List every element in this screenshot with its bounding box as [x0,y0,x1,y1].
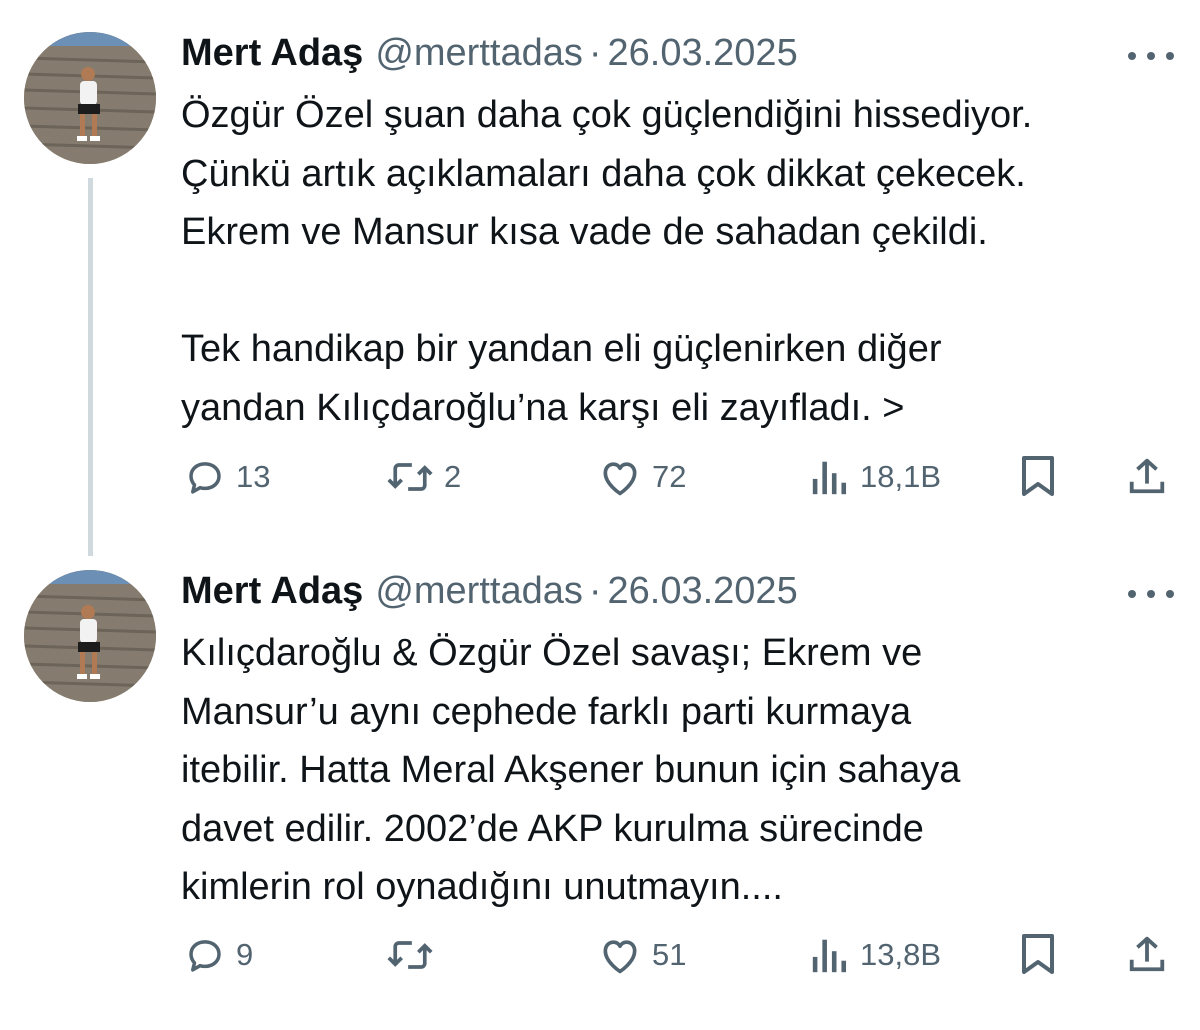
repost-button[interactable]: 2 [386,456,461,498]
more-options-icon[interactable] [1128,46,1174,66]
share-button[interactable] [1126,932,1168,976]
like-count: 51 [652,937,687,972]
repost-count: 2 [444,459,462,494]
author-name[interactable]: Mert Adaş [181,570,363,613]
like-count: 72 [652,459,687,494]
avatar-photo [24,32,156,164]
tweet-line: davet edilir. 2002’de AKP kurulma süreci… [181,807,924,850]
repost-icon [387,941,433,969]
share-icon [1129,458,1165,494]
tweet-line: yandan Kılıçdaroğlu’na karşı eli zayıfla… [181,386,905,429]
tweet-date[interactable]: 26.03.2025 [608,32,798,75]
reply-icon [189,462,221,494]
tweet-line: Mansur’u aynı cephede farklı parti kurma… [181,690,912,733]
bookmark-button[interactable] [1020,454,1056,498]
reply-count: 13 [236,459,271,494]
author-handle[interactable]: @merttadas [375,570,583,613]
views-count: 13,8B [860,937,942,972]
tweet-header: Mert Adaş @merttadas · 26.03.2025 [181,570,798,618]
bookmark-button[interactable] [1020,932,1056,976]
reply-count: 9 [236,937,254,972]
tweet-line-blank [181,262,1181,321]
tweet-actions: 9 51 13,8B [0,924,1200,984]
views-bar-chart-icon [812,461,847,495]
views-bar-chart-icon [812,939,847,973]
more-options-icon[interactable] [1128,584,1174,604]
tweet-line: Tek handikap bir yandan eli güçlenirken … [181,328,942,370]
views-button[interactable]: 18,1B [810,456,941,498]
heart-icon [603,462,637,496]
tweet-line: Özgür Özel şuan daha çok güçlendiğini hi… [181,94,1033,136]
tweet-line: itebilir. Hatta Meral Akşener bunun için… [181,749,961,791]
tweet-text: Kılıçdaroğlu & Özgür Özel savaşı; Ekrem … [181,624,1181,917]
avatar[interactable] [24,570,156,702]
bookmark-icon [1022,934,1054,974]
reply-button[interactable]: 9 [184,934,253,976]
tweet-actions: 13 2 72 18,1B [0,446,1200,506]
avatar[interactable] [24,32,156,164]
avatar-photo [24,570,156,702]
tweet-1[interactable]: Mert Adaş @merttadas · 26.03.2025 Özgür … [0,32,1200,542]
like-button[interactable]: 72 [598,456,686,498]
tweet-header: Mert Adaş @merttadas · 26.03.2025 [181,32,798,80]
separator-dot: · [588,32,602,74]
tweet-date[interactable]: 26.03.2025 [608,570,798,613]
heart-icon [603,940,637,974]
separator-dot: · [588,570,602,612]
tweet-2[interactable]: Mert Adaş @merttadas · 26.03.2025 Kılıçd… [0,570,1200,1020]
reply-button[interactable]: 13 [184,456,270,498]
views-count: 18,1B [860,459,942,494]
reply-icon [189,940,221,972]
share-button[interactable] [1126,454,1168,498]
tweet-line: Kılıçdaroğlu & Özgür Özel savaşı; Ekrem … [181,632,923,674]
tweet-text: Özgür Özel şuan daha çok güçlendiğini hi… [181,86,1181,437]
author-handle[interactable]: @merttadas [375,32,583,75]
views-button[interactable]: 13,8B [810,934,941,976]
author-name[interactable]: Mert Adaş [181,32,363,75]
like-button[interactable]: 51 [598,934,686,976]
repost-icon [387,463,433,491]
tweet-line: kimlerin rol oynadığını unutmayın.... [181,866,783,908]
repost-button[interactable] [386,934,444,976]
tweet-line: Çünkü artık açıklamaları daha çok dikkat… [181,152,1026,195]
bookmark-icon [1022,456,1054,496]
tweet-line: Ekrem ve Mansur kısa vade de sahadan çek… [181,211,988,253]
share-icon [1129,936,1165,972]
